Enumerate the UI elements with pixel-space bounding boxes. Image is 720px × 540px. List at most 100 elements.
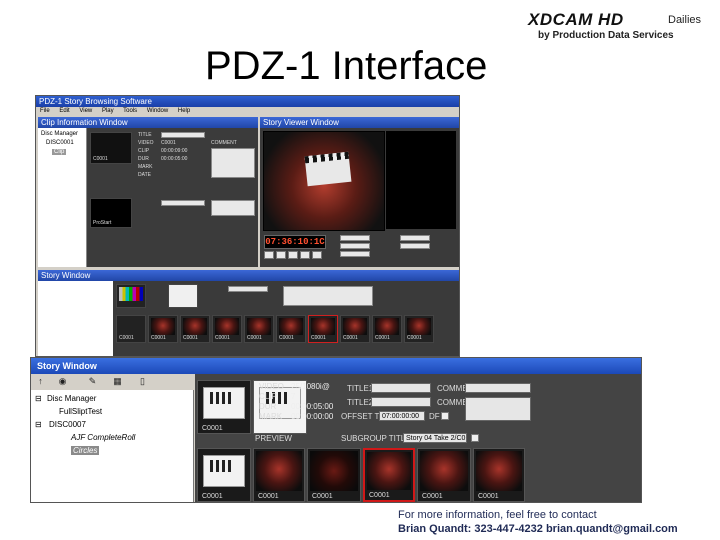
small-thumb-1[interactable]: C0001 <box>116 315 146 343</box>
story-thumb-6[interactable]: C0001 <box>473 448 525 502</box>
df-checkbox[interactable] <box>441 412 449 420</box>
video-label: VIDEO <box>259 382 284 391</box>
small-title-field[interactable] <box>228 286 268 292</box>
play-button[interactable] <box>288 251 298 259</box>
small-thumb-5[interactable]: C0001 <box>244 315 274 343</box>
story-thumb-1[interactable]: C0001 <box>197 448 251 502</box>
forward-button[interactable] <box>312 251 322 259</box>
mark-value: 00:00:00:00 <box>291 412 334 421</box>
menu-window[interactable]: Window <box>147 108 168 114</box>
menu-help[interactable]: Help <box>178 108 190 114</box>
clip-tree: Disc Manager DISC0001 Clip <box>38 128 87 267</box>
prev-button[interactable] <box>276 251 286 259</box>
small-comment-field[interactable] <box>283 286 373 306</box>
clip-info-titlebar: Clip Information Window <box>38 117 258 128</box>
tc-out-field[interactable] <box>340 243 370 249</box>
page-icon[interactable]: ▯ <box>136 376 149 387</box>
target-icon[interactable]: ◉ <box>56 376 69 387</box>
mark-label: MARK <box>259 412 283 421</box>
tree-fullslipt[interactable]: FullSliptTest <box>59 407 102 416</box>
title2-input[interactable] <box>371 397 431 407</box>
menu-file[interactable]: File <box>40 108 50 114</box>
small-thumb-2[interactable]: C0001 <box>148 315 178 343</box>
small-thumb-10[interactable]: C0001 <box>404 315 434 343</box>
tree-disc[interactable]: DISC0007 <box>49 420 86 429</box>
tc-in-field[interactable] <box>340 235 370 241</box>
field-video-label: VIDEO <box>138 140 154 146</box>
story-thumb-3[interactable]: C0001 <box>307 448 361 502</box>
scene-image <box>375 318 399 335</box>
tree-child-circles[interactable]: Circles <box>71 446 100 455</box>
small-thumb-8[interactable]: C0001 <box>340 315 370 343</box>
comment-input[interactable] <box>465 383 531 393</box>
scene-image <box>279 318 303 335</box>
clip-thumbnail[interactable]: C0001 <box>90 132 132 164</box>
small-story-tree <box>38 281 113 356</box>
clip-value: 7 <box>291 392 296 401</box>
scene-image <box>151 318 175 335</box>
story-thumb-4-selected[interactable]: C0001 <box>363 448 415 502</box>
small-story-window: Story Window C0001 C0001 C0001 C0001 C00… <box>38 270 459 356</box>
tree-disc[interactable]: DISC0001 <box>46 140 74 146</box>
comment-label: COMMENT <box>211 140 237 146</box>
comment2-input[interactable] <box>465 397 531 421</box>
tree-clip[interactable]: Clip <box>52 149 67 155</box>
film-icon[interactable]: ▦ <box>111 376 124 387</box>
dur-value: 00:00:05:00 <box>291 402 334 411</box>
scene-image <box>215 318 239 335</box>
scene-image <box>420 451 468 491</box>
tc-dur-field[interactable] <box>340 251 370 257</box>
dur-label: DUR <box>259 402 277 411</box>
mark-in-field[interactable] <box>400 235 430 241</box>
menu-tools[interactable]: Tools <box>123 108 137 114</box>
story-thumb-5[interactable]: C0001 <box>417 448 471 502</box>
field-2-input[interactable] <box>161 200 205 206</box>
scene-image <box>247 318 271 335</box>
story-slate-thumb[interactable]: C0001 <box>197 380 251 434</box>
small-thumb-4[interactable]: C0001 <box>212 315 242 343</box>
video-value: 25/1080i@ <box>291 382 330 391</box>
tree-child-completeroll[interactable]: AJF CompleteRoll <box>71 433 135 442</box>
tree-disc-expand-icon[interactable]: ⊟ <box>35 420 42 429</box>
field-date-label: DATE <box>138 172 151 178</box>
small-bars-thumb[interactable] <box>116 284 146 308</box>
story-viewer-window: Story Viewer Window 07:36:10:1C <box>260 117 459 267</box>
small-thumb-7[interactable]: C0001 <box>308 315 338 343</box>
offset-input[interactable]: 07:00:00:00 <box>379 411 425 421</box>
comment-2-input[interactable] <box>211 200 255 216</box>
rewind-button[interactable] <box>264 251 274 259</box>
clapperboard-image <box>304 151 352 187</box>
next-button[interactable] <box>300 251 310 259</box>
menu-view[interactable]: View <box>79 108 92 114</box>
tool-icon[interactable]: ✎ <box>86 376 99 387</box>
group-title-input[interactable]: Story 04 Take 2/C0 <box>403 433 467 443</box>
footer-contact-details: Brian Quandt: 323-447-4232 brian.quandt@… <box>398 523 678 535</box>
clip-thumbnail-2[interactable]: ProStart <box>90 198 132 228</box>
scene-image <box>183 318 207 335</box>
small-story-titlebar: Story Window <box>38 270 459 281</box>
tree-root[interactable]: Disc Manager <box>47 394 96 403</box>
small-thumb-6[interactable]: C0001 <box>276 315 306 343</box>
df-label: DF <box>429 412 440 421</box>
title1-input[interactable] <box>371 383 431 393</box>
small-slate-thumb[interactable] <box>168 284 198 308</box>
story-main-panel: C0001 PREVIEW VIDEO CLIP DUR MARK 25/108… <box>195 374 641 502</box>
field-title-input[interactable] <box>161 132 205 138</box>
tree-expand-icon[interactable]: ⊟ <box>35 394 42 403</box>
menu-edit[interactable]: Edit <box>59 108 69 114</box>
small-thumb-9[interactable]: C0001 <box>372 315 402 343</box>
tree-disc-manager[interactable]: Disc Manager <box>41 131 78 137</box>
video-preview[interactable] <box>263 131 385 231</box>
clapper-stripes <box>304 151 350 164</box>
mark-out-field[interactable] <box>400 243 430 249</box>
field-mark-label: MARK <box>138 164 153 170</box>
story-thumb-caption: C0001 <box>312 493 333 500</box>
up-arrow-icon[interactable]: ↑ <box>34 376 47 387</box>
small-thumb-3[interactable]: C0001 <box>180 315 210 343</box>
title1-label: TITLE1 <box>347 384 374 393</box>
group-checkbox[interactable] <box>471 434 479 442</box>
comment-input[interactable] <box>211 148 255 178</box>
scene-image <box>476 451 522 491</box>
menu-play[interactable]: Play <box>102 108 114 114</box>
story-thumb-2[interactable]: C0001 <box>253 448 305 502</box>
